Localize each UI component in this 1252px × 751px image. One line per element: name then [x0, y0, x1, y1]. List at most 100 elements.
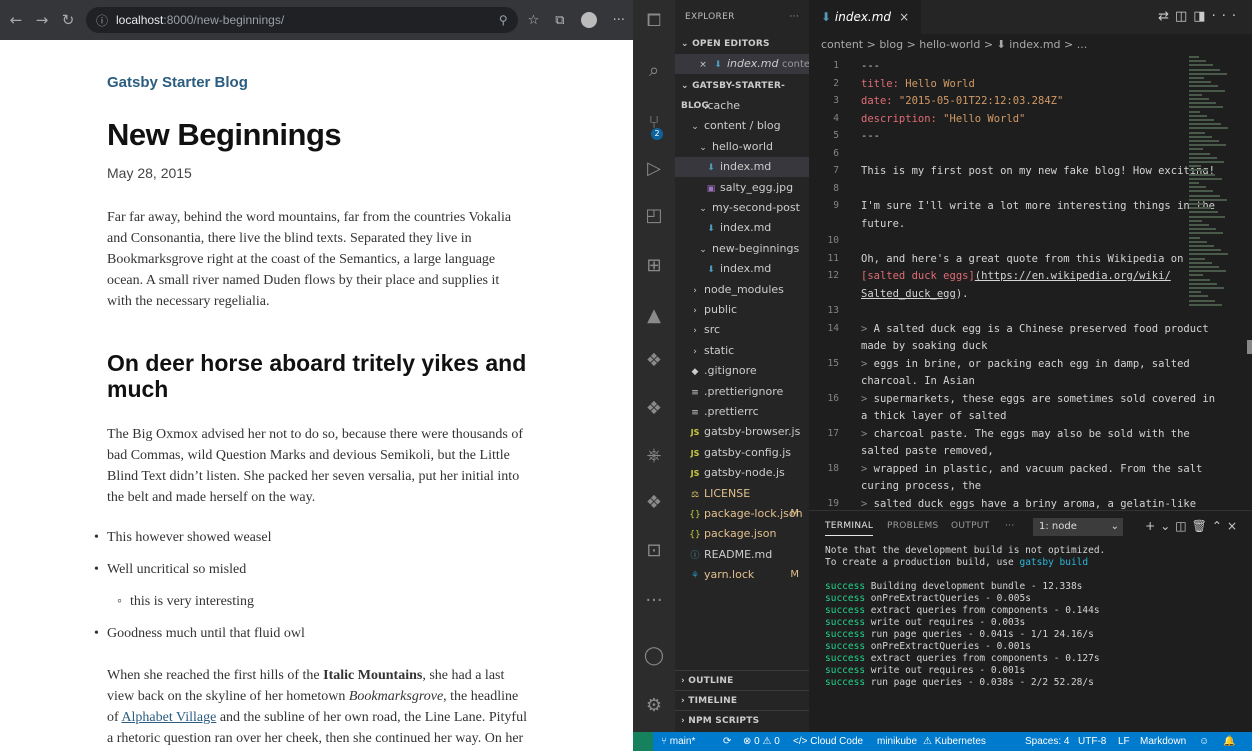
line-number: 9 — [833, 200, 839, 211]
maximize-icon[interactable]: ⌃ — [1212, 519, 1227, 533]
search-icon[interactable]: ⌕ — [643, 60, 665, 82]
more-icon[interactable]: ··· — [643, 590, 665, 612]
back-icon[interactable]: ← — [8, 11, 24, 29]
tab-problems[interactable]: PROBLEMS — [887, 521, 939, 531]
reload-icon[interactable]: ↻ — [60, 11, 76, 29]
compare-icon[interactable]: ⇄ — [1158, 9, 1175, 24]
tab-terminal[interactable]: TERMINAL — [825, 521, 874, 536]
tree-item[interactable]: ⌄ my-second-post — [675, 198, 809, 218]
tree-item[interactable]: ⌄ content / blog — [675, 116, 809, 136]
minikube-status[interactable]: minikube — [877, 732, 917, 751]
terminal-line: success run page queries - 0.038s - 2/2 … — [825, 677, 1094, 688]
minimap[interactable] — [1187, 56, 1232, 356]
tab-index-md[interactable]: ⬇ index.md × — [809, 0, 922, 34]
tree-item[interactable]: › node_modules — [675, 280, 809, 300]
activity-bar: ⧠ ⌕ ⑂ 2 ▷ ◰ ⊞ ▲ ❖ ❖ ⎈ ❖ ⊡ ··· ◯ ⚙ — [633, 0, 675, 732]
split-terminal-icon[interactable]: ◫ — [1175, 519, 1191, 533]
encoding-status[interactable]: UTF-8 — [1078, 732, 1106, 751]
reader-icon[interactable]: ⚲ — [499, 13, 508, 27]
language-status[interactable]: Markdown — [1140, 732, 1186, 751]
more-icon[interactable]: ··· — [613, 13, 625, 28]
tree-item[interactable]: ≡ .prettierignore — [675, 382, 809, 402]
tree-item[interactable]: ≡ .prettierrc — [675, 402, 809, 422]
sync-icon[interactable]: ⟳ — [723, 732, 731, 751]
alphabet-village-link[interactable]: Alphabet Village — [121, 710, 216, 725]
collections-icon[interactable]: ⧉ — [555, 13, 564, 28]
cloud-code-icon[interactable]: ❖ — [643, 350, 665, 372]
tree-item[interactable]: ⬇ index.md — [675, 157, 809, 178]
eol-status[interactable]: LF — [1118, 732, 1130, 751]
explorer-icon[interactable]: ⧠ — [643, 10, 665, 32]
chevron-down-icon[interactable]: ⌄ — [1160, 519, 1175, 533]
site-title-link[interactable]: Gatsby Starter Blog — [107, 74, 633, 91]
json-icon: {} — [689, 510, 701, 520]
azure-icon[interactable]: ▲ — [643, 305, 665, 327]
scrollbar[interactable] — [1247, 340, 1252, 354]
tree-item[interactable]: {} package-lock.json M — [675, 504, 809, 524]
project-section[interactable]: ⌄ GATSBY-STARTER-BLOG — [675, 76, 809, 111]
gear-icon[interactable]: ⚙ — [643, 695, 665, 717]
tree-item[interactable]: ▣ salty_egg.jpg — [675, 178, 809, 198]
tree-item[interactable]: › static — [675, 341, 809, 361]
more-icon[interactable]: ··· — [790, 0, 799, 34]
favorite-icon[interactable]: ☆ — [528, 13, 540, 28]
terminal-select[interactable]: 1: node ⌄ — [1033, 518, 1123, 536]
close-icon[interactable]: × — [899, 10, 909, 24]
add-terminal-icon[interactable]: + — [1145, 519, 1160, 533]
cloud-code-status[interactable]: </> Cloud Code — [793, 732, 863, 751]
more-icon[interactable]: ··· — [1005, 521, 1014, 531]
branch-indicator[interactable]: ⑂ main* — [661, 732, 695, 751]
tree-item[interactable]: ⓘ README.md — [675, 545, 809, 565]
open-editors-section[interactable]: ⌄ OPEN EDITORS — [675, 34, 809, 54]
tab-output[interactable]: OUTPUT — [951, 521, 989, 531]
preview-icon[interactable]: ◫ — [1175, 9, 1193, 24]
address-bar[interactable]: ⓘ localhost:8000/new-beginnings/ ⚲ — [86, 7, 518, 33]
tree-item[interactable]: ⬇ index.md — [675, 259, 809, 279]
more-icon[interactable]: ··· — [1212, 9, 1242, 24]
forward-icon[interactable]: → — [34, 11, 50, 29]
close-icon[interactable]: × — [1227, 519, 1242, 533]
kubernetes-icon[interactable]: ⎈ — [643, 445, 665, 467]
minimap-line — [1189, 81, 1211, 84]
tree-item[interactable]: › public — [675, 300, 809, 320]
kubernetes-status[interactable]: ⚠ Kubernetes — [923, 732, 986, 751]
tree-item[interactable]: › .cache — [675, 96, 809, 116]
account-icon[interactable]: ◯ — [643, 645, 665, 667]
close-icon[interactable]: × — [697, 55, 709, 74]
timeline-section[interactable]: › TIMELINE — [675, 690, 809, 710]
tree-item[interactable]: ⚘ yarn.lock M — [675, 565, 809, 585]
extensions-icon[interactable]: ⊞ — [643, 255, 665, 277]
terminal-icon[interactable]: ⊡ — [643, 540, 665, 562]
terminal-line: success Building development bundle - 12… — [825, 581, 1083, 592]
open-editor-item[interactable]: ×⬇index.md conten... — [675, 54, 809, 74]
feedback-icon[interactable]: ☺ — [1199, 732, 1209, 751]
problems-indicator[interactable]: ⊗ 0 ⚠ 0 — [743, 732, 780, 751]
terminal-output[interactable]: Note that the development build is not o… — [825, 545, 1105, 689]
tree-item[interactable]: ⬇ index.md — [675, 218, 809, 238]
tree-item[interactable]: › src — [675, 320, 809, 340]
split-icon[interactable]: ◨ — [1193, 9, 1211, 24]
tree-item[interactable]: {} package.json — [675, 524, 809, 544]
tree-item[interactable]: JS gatsby-node.js — [675, 463, 809, 483]
api-icon[interactable]: ❖ — [643, 492, 665, 514]
profile-avatar[interactable] — [580, 12, 597, 28]
run-debug-icon[interactable]: ▷ — [643, 158, 665, 180]
panel-tabs: TERMINAL PROBLEMS OUTPUT ··· 1: node ⌄ +⌄… — [809, 511, 1252, 543]
remote-explorer-icon[interactable]: ◰ — [643, 205, 665, 227]
npm-scripts-section[interactable]: › NPM SCRIPTS — [675, 710, 809, 730]
tree-item[interactable]: ◆ .gitignore — [675, 361, 809, 381]
breadcrumb[interactable]: content > blog > hello-world > ⬇ index.m… — [809, 34, 1252, 56]
info-icon[interactable]: ⓘ — [96, 12, 108, 29]
tree-item[interactable]: ⌄ new-beginnings — [675, 239, 809, 259]
trash-icon[interactable]: 🗑 — [1192, 519, 1212, 533]
cloud-run-icon[interactable]: ❖ — [643, 398, 665, 420]
indentation-status[interactable]: Spaces: 4 — [1025, 732, 1069, 751]
code-line: --- — [861, 130, 880, 142]
remote-indicator[interactable] — [633, 732, 653, 751]
tree-item[interactable]: ⚖ LICENSE — [675, 484, 809, 504]
tree-item[interactable]: ⌄ hello-world — [675, 137, 809, 157]
outline-section[interactable]: › OUTLINE — [675, 670, 809, 690]
tree-item[interactable]: JS gatsby-config.js — [675, 443, 809, 463]
tree-item[interactable]: JS gatsby-browser.js — [675, 422, 809, 442]
bell-icon[interactable]: 🔔 — [1223, 732, 1235, 751]
